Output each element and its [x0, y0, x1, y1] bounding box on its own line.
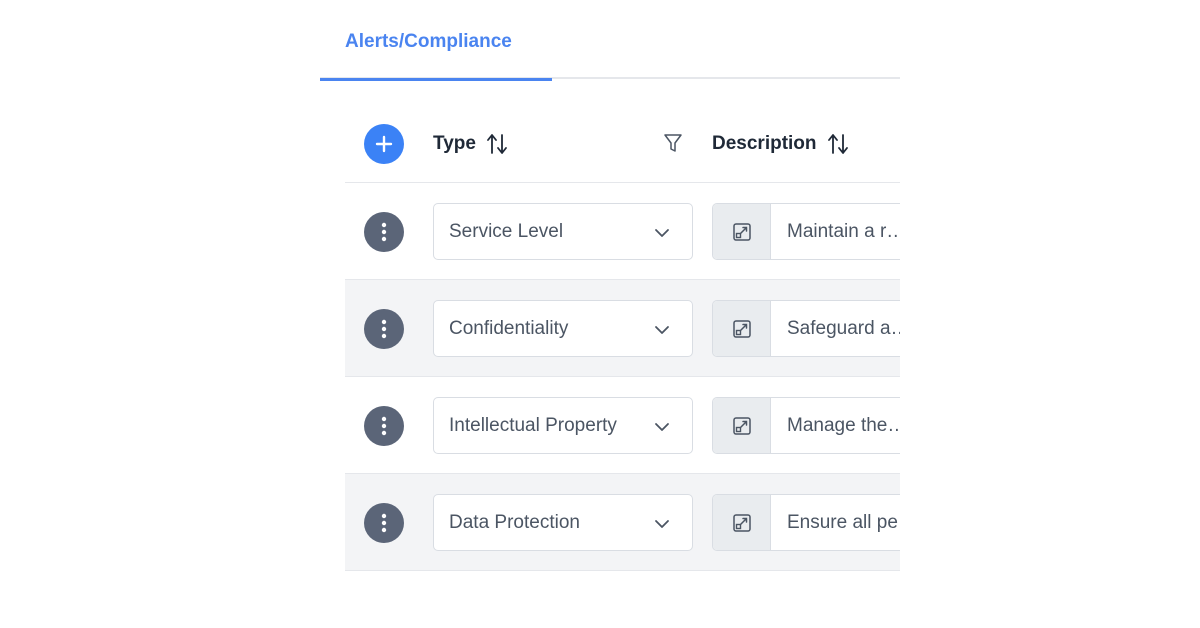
tab-bar: Alerts/Compliance	[320, 0, 900, 81]
expand-arrow-icon	[732, 222, 751, 241]
row-menu-button[interactable]	[364, 503, 404, 543]
chevron-down-icon	[655, 423, 669, 431]
sort-arrows-icon[interactable]	[486, 132, 508, 156]
type-select-value: Data Protection	[449, 511, 580, 533]
vertical-dots-icon	[381, 319, 387, 339]
expand-description-button[interactable]	[713, 204, 771, 259]
expand-description-button[interactable]	[713, 495, 771, 550]
tab-alerts-compliance[interactable]: Alerts/Compliance	[320, 0, 552, 81]
row-menu-button[interactable]	[364, 406, 404, 446]
column-header-type-label: Type	[433, 133, 476, 154]
type-select[interactable]: Confidentiality	[433, 300, 693, 357]
table-header: Type Description	[345, 104, 900, 183]
description-text: Ensure all pe… compliance …	[787, 512, 900, 533]
vertical-dots-icon	[381, 416, 387, 436]
description-text: Safeguard a… received fro…	[787, 318, 900, 339]
table-row: Data Protection Ensure all pe… complianc…	[345, 474, 900, 571]
table-row: Confidentiality Safeguard a… received fr…	[345, 280, 900, 377]
table-row: Service Level Maintain a r… for all crit…	[345, 183, 900, 280]
chevron-down-icon	[655, 520, 669, 528]
type-select[interactable]: Data Protection	[433, 494, 693, 551]
description-field[interactable]: Maintain a r… for all critica…	[712, 203, 900, 260]
chevron-down-icon	[655, 229, 669, 237]
row-menu-button[interactable]	[364, 212, 404, 252]
expand-arrow-icon	[732, 319, 751, 338]
filter-funnel-icon[interactable]	[662, 132, 684, 154]
chevron-down-icon	[655, 326, 669, 334]
type-select[interactable]: Intellectual Property	[433, 397, 693, 454]
type-select-value: Intellectual Property	[449, 414, 617, 436]
vertical-dots-icon	[381, 513, 387, 533]
description-field[interactable]: Manage the… per the cont…	[712, 397, 900, 454]
plus-icon	[375, 135, 393, 153]
add-row-button[interactable]	[364, 124, 404, 164]
type-select[interactable]: Service Level	[433, 203, 693, 260]
description-field[interactable]: Safeguard a… received fro…	[712, 300, 900, 357]
expand-description-button[interactable]	[713, 398, 771, 453]
compliance-table: Type Description Service Level Maintain …	[345, 104, 900, 571]
expand-arrow-icon	[732, 416, 751, 435]
column-header-description-label: Description	[712, 133, 817, 154]
description-field[interactable]: Ensure all pe… compliance …	[712, 494, 900, 551]
row-menu-button[interactable]	[364, 309, 404, 349]
type-select-value: Service Level	[449, 220, 564, 242]
type-select-value: Confidentiality	[449, 317, 569, 339]
description-text: Manage the… per the cont…	[787, 415, 900, 436]
expand-arrow-icon	[732, 513, 751, 532]
column-header-type[interactable]: Type	[433, 132, 508, 156]
vertical-dots-icon	[381, 222, 387, 242]
expand-description-button[interactable]	[713, 301, 771, 356]
column-header-description[interactable]: Description	[712, 132, 849, 156]
table-row: Intellectual Property Manage the… per th…	[345, 377, 900, 474]
description-text: Maintain a r… for all critica…	[787, 221, 900, 242]
alerts-compliance-panel: Alerts/Compliance Type Description Servi…	[320, 0, 900, 628]
sort-arrows-icon[interactable]	[827, 132, 849, 156]
